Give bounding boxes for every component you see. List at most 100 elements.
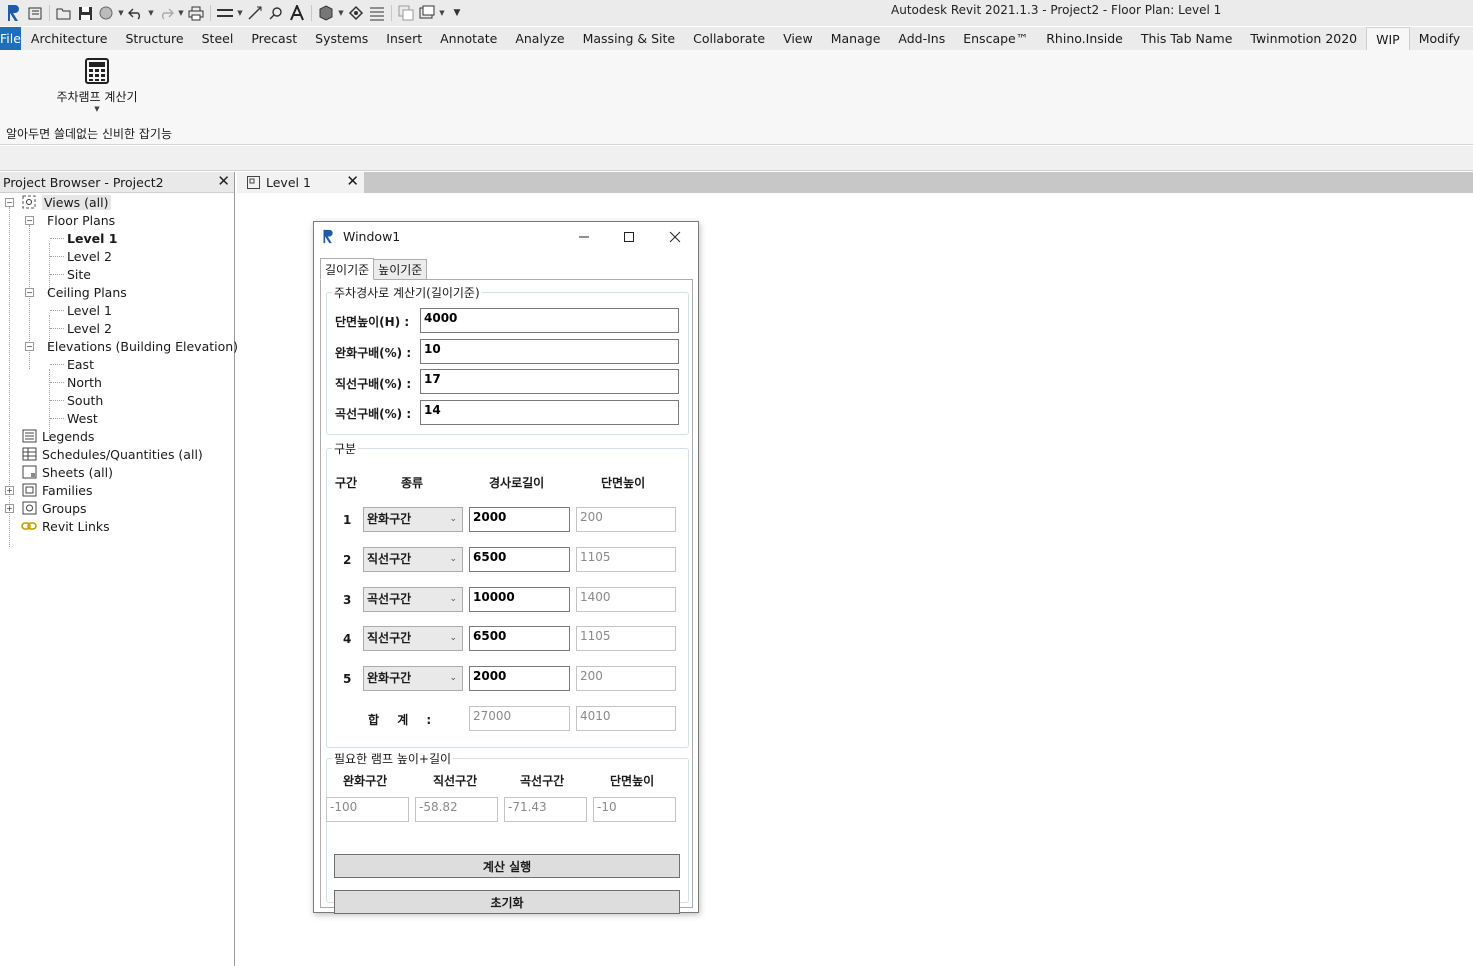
tab-manage[interactable]: Manage xyxy=(822,27,890,50)
customize-icon[interactable]: ▼ xyxy=(447,3,467,23)
close-icon[interactable]: ✕ xyxy=(217,174,230,189)
type-select[interactable]: 직선구간 ⌄ xyxy=(363,547,463,572)
type-select[interactable]: 완화구간 ⌄ xyxy=(363,507,463,532)
chevron-down-icon[interactable]: ▼ xyxy=(177,3,185,23)
view-tab-level-1[interactable]: Level 1 ✕ xyxy=(237,172,364,193)
parking-ramp-calculator-button[interactable]: 주차램프 계산기 ▼ xyxy=(48,58,146,113)
collapse-toggle[interactable]: − xyxy=(25,216,34,225)
type-select[interactable]: 곡선구간 ⌄ xyxy=(363,587,463,612)
tab-insert[interactable]: Insert xyxy=(377,27,431,50)
browser-header: Project Browser - Project2 ✕ xyxy=(0,172,234,193)
chevron-down-icon[interactable]: ▼ xyxy=(147,3,155,23)
tab-massing-site[interactable]: Massing & Site xyxy=(574,27,685,50)
tab-architecture[interactable]: Architecture xyxy=(22,27,117,50)
close-icon[interactable]: ✕ xyxy=(346,174,359,189)
tree-item-ceiling-plans[interactable]: Ceiling Plans xyxy=(47,283,127,301)
redo-icon[interactable] xyxy=(156,3,176,23)
tree-item-west[interactable]: West xyxy=(67,409,98,427)
tree-item-north[interactable]: North xyxy=(67,373,102,391)
close-button[interactable] xyxy=(655,225,695,249)
tab-analyze[interactable]: Analyze xyxy=(506,27,573,50)
tree-item-revit-links[interactable]: Revit Links xyxy=(21,517,110,535)
required-straight-output: -58.82 xyxy=(415,797,498,822)
tree-item-floor-plans[interactable]: Floor Plans xyxy=(47,211,115,229)
tree-line xyxy=(50,310,64,311)
section-icon[interactable] xyxy=(346,3,366,23)
expand-toggle[interactable]: + xyxy=(5,504,14,513)
tab-enscape[interactable]: Enscape™ xyxy=(954,27,1037,50)
tree-item-sheets[interactable]: Sheets (all) xyxy=(21,463,113,481)
expand-toggle[interactable]: + xyxy=(5,486,14,495)
section-height-input[interactable]: 4000 xyxy=(420,308,679,333)
tree-item-elevations[interactable]: Elevations (Building Elevation) xyxy=(47,337,238,355)
tab-collaborate[interactable]: Collaborate xyxy=(684,27,774,50)
tab-structure[interactable]: Structure xyxy=(116,27,192,50)
tab-add-ins[interactable]: Add-Ins xyxy=(889,27,954,50)
collapse-toggle[interactable]: − xyxy=(25,288,34,297)
tree-item-families[interactable]: Families xyxy=(21,481,93,499)
type-select[interactable]: 직선구간 ⌄ xyxy=(363,626,463,651)
ramp-length-input[interactable]: 6500 xyxy=(469,547,570,572)
tab-this-tab-name[interactable]: This Tab Name xyxy=(1132,27,1242,50)
tree-item-south[interactable]: South xyxy=(67,391,103,409)
chevron-down-icon[interactable]: ▼ xyxy=(117,3,125,23)
tab-modify[interactable]: Modify xyxy=(1410,27,1469,50)
tab-precast[interactable]: Precast xyxy=(242,27,306,50)
tree-line xyxy=(50,238,64,239)
chevron-down-icon[interactable]: ▼ xyxy=(337,3,345,23)
thin-lines-icon[interactable] xyxy=(367,3,387,23)
tree-item-east[interactable]: East xyxy=(67,355,94,373)
3d-view-icon[interactable] xyxy=(316,3,336,23)
measure-icon[interactable] xyxy=(215,3,235,23)
tree-item-site[interactable]: Site xyxy=(67,265,91,283)
tree-item-level-1[interactable]: Level 1 xyxy=(67,229,117,247)
tab-view[interactable]: View xyxy=(774,27,822,50)
collapse-toggle[interactable]: − xyxy=(5,198,14,207)
tab-length-based[interactable]: 길이기준 xyxy=(320,258,375,280)
ramp-length-input[interactable]: 6500 xyxy=(469,626,570,651)
maximize-button[interactable] xyxy=(609,225,649,249)
tree-item-schedules[interactable]: Schedules/Quantities (all) xyxy=(21,445,203,463)
chevron-down-icon[interactable]: ▼ xyxy=(236,3,244,23)
ramp-length-input[interactable]: 10000 xyxy=(469,587,570,612)
run-calculation-button[interactable]: 계산 실행 xyxy=(334,854,680,878)
sync-icon[interactable] xyxy=(96,3,116,23)
tree-item-views-all[interactable]: Views (all) xyxy=(21,193,111,211)
text-icon[interactable] xyxy=(287,3,307,23)
dimension-icon[interactable] xyxy=(245,3,265,23)
collapse-toggle[interactable]: − xyxy=(25,342,34,351)
print-icon[interactable] xyxy=(186,3,206,23)
tree-item-legends[interactable]: Legends xyxy=(21,427,94,445)
close-hidden-icon[interactable] xyxy=(396,3,416,23)
straight-slope-input[interactable]: 17 xyxy=(420,369,679,394)
open-icon[interactable] xyxy=(54,3,74,23)
tag-icon[interactable] xyxy=(266,3,286,23)
minimize-button[interactable] xyxy=(564,225,604,249)
ramp-length-input[interactable]: 2000 xyxy=(469,666,570,691)
save-icon[interactable] xyxy=(75,3,95,23)
switch-windows-icon[interactable] xyxy=(417,3,437,23)
tree-item-groups[interactable]: Groups xyxy=(21,499,87,517)
tree-item-level-2[interactable]: Level 2 xyxy=(67,247,112,265)
tab-wip[interactable]: WIP xyxy=(1366,27,1410,50)
reset-button[interactable]: 초기화 xyxy=(334,890,680,914)
tab-file[interactable]: File xyxy=(0,27,21,50)
tab-systems[interactable]: Systems xyxy=(306,27,377,50)
type-select[interactable]: 완화구간 ⌄ xyxy=(363,666,463,691)
tab-twinmotion[interactable]: Twinmotion 2020 xyxy=(1241,27,1366,50)
section-height-output: 1105 xyxy=(576,626,676,651)
tree-item-ceiling-level-2[interactable]: Level 2 xyxy=(67,319,112,337)
tree-item-ceiling-level-1[interactable]: Level 1 xyxy=(67,301,112,319)
transition-slope-input[interactable]: 10 xyxy=(420,339,679,364)
revit-logo-icon[interactable] xyxy=(4,3,24,23)
chevron-down-icon[interactable]: ▼ xyxy=(438,3,446,23)
curve-slope-input[interactable]: 14 xyxy=(420,400,679,425)
tab-annotate[interactable]: Annotate xyxy=(431,27,506,50)
ramp-length-input[interactable]: 2000 xyxy=(469,507,570,532)
tab-rhino-inside[interactable]: Rhino.Inside xyxy=(1037,27,1132,50)
tab-height-based[interactable]: 높이기준 xyxy=(373,259,428,280)
chevron-down-icon[interactable]: ▼ xyxy=(94,105,99,113)
recent-icon[interactable] xyxy=(25,3,45,23)
tab-steel[interactable]: Steel xyxy=(193,27,243,50)
undo-icon[interactable] xyxy=(126,3,146,23)
